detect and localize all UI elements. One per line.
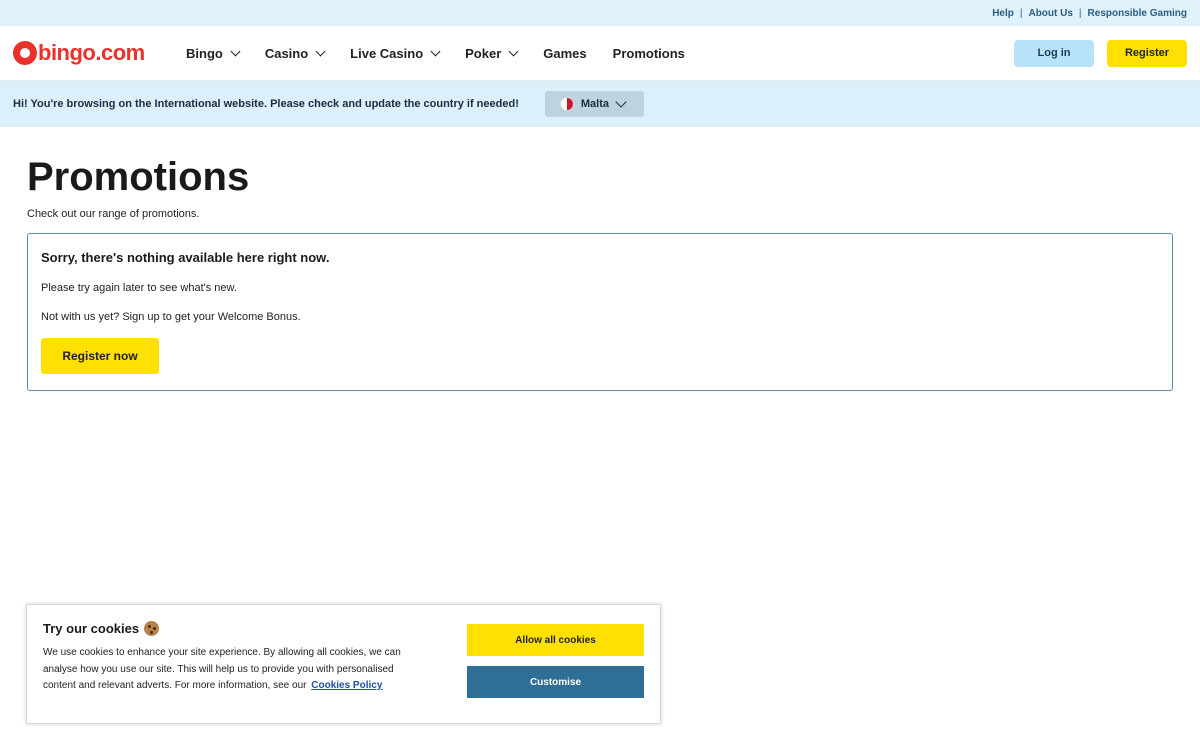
register-now-button[interactable]: Register now	[41, 338, 159, 374]
about-us-link[interactable]: About Us	[1028, 8, 1072, 19]
nav-item-label: Games	[543, 45, 587, 61]
country-select-value: Malta	[580, 98, 609, 110]
empty-state-text: Please try again later to see what's new…	[41, 282, 237, 294]
cookie-actions: Allow all cookies Customise	[467, 624, 644, 698]
main-content: Promotions Check out our range of promot…	[0, 127, 1200, 391]
cookie-title-text: Try our cookies	[43, 621, 140, 636]
logo-text: bingo.com	[38, 40, 145, 65]
country-notice-bar: Hi! You're browsing on the International…	[0, 81, 1200, 127]
country-notice-text: Hi! You're browsing on the International…	[13, 98, 519, 110]
nav-item-casino[interactable]: Casino	[264, 45, 326, 61]
nav-item-live-casino[interactable]: Live Casino	[350, 45, 441, 61]
cookie-description: We use cookies to enhance your site expe…	[43, 645, 423, 695]
cookies-policy-link[interactable]: Cookies Policy	[311, 680, 382, 691]
nav-item-label: Bingo	[186, 45, 223, 61]
help-link[interactable]: Help	[992, 8, 1014, 19]
chevron-down-icon	[430, 46, 441, 56]
chevron-down-icon	[315, 46, 326, 56]
separator: |	[1078, 7, 1082, 19]
customise-cookies-button[interactable]: Customise	[467, 666, 644, 698]
responsible-gaming-link[interactable]: Responsible Gaming	[1088, 8, 1187, 19]
nav-item-label: Casino	[264, 45, 309, 61]
signup-prompt-text: Not with us yet? Sign up to get your Wel…	[41, 311, 301, 323]
chevron-down-icon	[508, 46, 519, 56]
bingo-ball-icon	[13, 41, 37, 65]
top-utility-bar: Help | About Us | Responsible Gaming	[0, 0, 1200, 26]
nav-item-label: Live Casino	[350, 45, 424, 61]
login-button[interactable]: Log in	[1014, 39, 1094, 67]
nav-item-label: Poker	[465, 45, 502, 61]
nav-item-promotions[interactable]: Promotions	[613, 46, 685, 61]
separator: |	[1019, 7, 1023, 19]
empty-state-title: Sorry, there's nothing available here ri…	[41, 250, 330, 265]
malta-flag-icon	[559, 97, 574, 111]
main-header: bingo.com Bingo Casino Live Casino Poker…	[0, 26, 1200, 81]
chevron-down-icon	[230, 46, 241, 56]
chevron-down-icon	[615, 96, 627, 108]
allow-all-cookies-button[interactable]: Allow all cookies	[467, 624, 644, 656]
nav-item-bingo[interactable]: Bingo	[186, 45, 241, 61]
auth-buttons: Log in Register	[1014, 39, 1187, 67]
nav-item-poker[interactable]: Poker	[465, 45, 519, 61]
page-subtitle: Check out our range of promotions.	[27, 208, 200, 220]
main-nav: Bingo Casino Live Casino Poker Games Pro…	[186, 26, 711, 80]
cookie-icon	[144, 621, 160, 636]
nav-item-games[interactable]: Games	[543, 46, 586, 61]
nav-item-label: Promotions	[612, 45, 685, 61]
cookie-banner: Try our cookies We use cookies to enhanc…	[26, 604, 661, 724]
page-title: Promotions	[27, 155, 250, 199]
site-logo[interactable]: bingo.com	[13, 40, 186, 66]
empty-promotions-box: Sorry, there's nothing available here ri…	[27, 233, 1173, 391]
country-select[interactable]: Malta	[544, 91, 644, 117]
register-button[interactable]: Register	[1107, 39, 1187, 67]
